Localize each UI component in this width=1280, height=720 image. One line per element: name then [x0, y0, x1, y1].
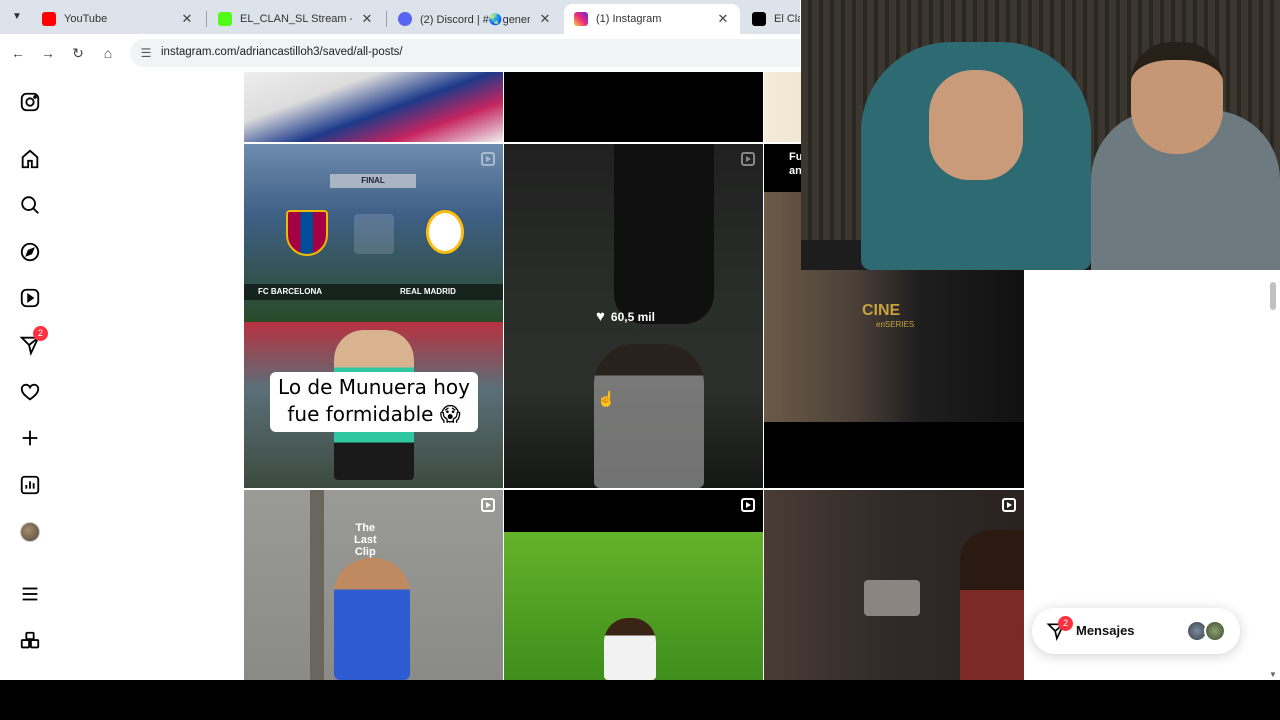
channel-logo-line1: CINE [862, 302, 901, 319]
close-icon[interactable]: ✕ [538, 11, 552, 27]
tiktok-icon [752, 12, 766, 26]
clip-title-line1: The [355, 522, 376, 534]
reload-icon[interactable]: ↻ [67, 42, 89, 64]
post-thumbnail-supercopa[interactable]: FINAL FC BARCELONA REAL MADRID Lo de Mun… [244, 144, 503, 488]
messages-pill-label: Mensajes [1076, 623, 1135, 638]
browser-toolbar: ← → ↻ ⌂ ☰ instagram.com/adriancastilloh3… [0, 34, 800, 72]
post-thumbnail[interactable] [244, 72, 503, 142]
kick-icon [218, 12, 232, 26]
likes-count: 60,5 mil [610, 309, 655, 324]
forward-arrow-icon[interactable]: → [37, 42, 59, 64]
search-icon[interactable] [18, 193, 42, 217]
clip-title: The Last Clip [354, 522, 377, 558]
team-right-label: REAL MADRID [400, 287, 456, 296]
back-arrow-icon[interactable]: ← [7, 42, 29, 64]
video-caption: Lo de Munuera hoy fue formidable 😱 [270, 372, 478, 432]
post-thumbnail[interactable] [504, 72, 763, 142]
team-left-label: FC BARCELONA [258, 287, 322, 296]
player-figure [604, 618, 656, 680]
heart-icon: ♥ [596, 308, 605, 325]
tab-title: El Clan [774, 13, 800, 25]
browser-tab-strip: ▼ YouTube ✕ EL_CLAN_SL Stream - Watc ✕ (… [0, 0, 800, 34]
likes-overlay: ♥ 60,5 mil [596, 308, 655, 325]
messages-badge: 2 [33, 326, 48, 341]
scroll-down-arrow-icon[interactable]: ▼ [1269, 670, 1277, 679]
reel-icon [481, 152, 495, 166]
post-thumbnail-scene[interactable] [764, 490, 1024, 680]
also-from-meta-icon[interactable] [18, 629, 42, 653]
post-thumbnail-pitch[interactable] [504, 490, 763, 680]
more-menu-icon[interactable] [18, 582, 42, 606]
hand-cursor-icon: ☝ [597, 391, 616, 408]
tab-title: EL_CLAN_SL Stream - Watc [240, 13, 352, 25]
youtube-icon [42, 12, 56, 26]
close-icon[interactable]: ✕ [180, 11, 194, 27]
person-figure [960, 530, 1024, 680]
tab-discord[interactable]: (2) Discord | #🌏general | ✕ [388, 4, 562, 34]
person-right-face [1131, 42, 1223, 154]
dashboard-icon[interactable] [18, 473, 42, 497]
pole [310, 490, 324, 680]
tab-divider [206, 11, 207, 27]
tab-search-chevron-icon[interactable]: ▼ [6, 7, 28, 27]
reel-icon [741, 498, 755, 512]
tab-title: (1) Instagram [596, 13, 662, 25]
person-left-face [929, 70, 1023, 180]
radio-object [864, 580, 920, 616]
site-settings-icon[interactable]: ☰ [138, 45, 154, 61]
child-figure [334, 558, 410, 680]
tab-tiktok[interactable]: El Clan [742, 4, 800, 34]
clip-title-line3: Clip [354, 546, 376, 558]
fc-barcelona-crest [286, 210, 328, 256]
close-icon[interactable]: ✕ [716, 11, 730, 27]
channel-logo-line2: enSERIES [876, 320, 915, 329]
scoreboard-title: FINAL [330, 174, 416, 188]
reels-icon[interactable] [18, 286, 42, 310]
create-icon[interactable] [18, 426, 42, 450]
reel-icon [741, 152, 755, 166]
messages-pill[interactable]: 2 Mensajes [1032, 608, 1240, 654]
close-icon[interactable]: ✕ [360, 11, 374, 27]
notifications-icon[interactable] [18, 380, 42, 404]
messages-pill-icon: 2 [1046, 616, 1073, 642]
post-thumbnail-hovered[interactable]: ♥ 60,5 mil ☝ [504, 144, 763, 488]
tab-title: (2) Discord | #🌏general | [420, 13, 530, 26]
url-text[interactable]: instagram.com/adriancastilloh3/saved/all… [161, 46, 403, 58]
tab-title: YouTube [64, 13, 108, 25]
screen: { "browser": { "tabs": [ {"title": "YouT… [0, 0, 1280, 720]
real-madrid-crest [426, 210, 464, 254]
tab-youtube[interactable]: YouTube ✕ [32, 4, 204, 34]
tab-divider [386, 11, 387, 27]
avatar [1204, 620, 1226, 642]
letterbox-bar [0, 680, 1280, 720]
tab-instagram[interactable]: (1) Instagram ✕ [564, 4, 740, 34]
messages-pill-badge: 2 [1058, 616, 1073, 631]
instagram-logo-icon[interactable] [18, 90, 42, 114]
discord-icon [398, 12, 412, 26]
profile-avatar[interactable] [18, 520, 42, 544]
explore-icon[interactable] [18, 240, 42, 264]
instagram-icon [574, 12, 588, 26]
reel-icon [481, 498, 495, 512]
caption-text: Lo de Munuera hoy fue formidable 😱 [278, 375, 470, 426]
scrollbar[interactable]: ▼ [1268, 278, 1278, 680]
webcam-overlay [801, 0, 1280, 270]
messages-icon[interactable]: 2 [18, 326, 48, 357]
scrollbar-thumb[interactable] [1270, 282, 1276, 310]
address-bar[interactable]: ☰ instagram.com/adriancastilloh3/saved/a… [130, 39, 800, 67]
clip-title-line2: Last [354, 534, 377, 546]
home-icon[interactable]: ⌂ [97, 42, 119, 64]
tab-kick-stream[interactable]: EL_CLAN_SL Stream - Watc ✕ [208, 4, 384, 34]
instagram-sidebar: 2 [0, 72, 60, 680]
avatar [20, 522, 40, 542]
reel-icon [1002, 498, 1016, 512]
post-thumbnail-last-clip[interactable]: The Last Clip [244, 490, 503, 680]
supercopa-trophy [354, 214, 394, 254]
home-icon[interactable] [18, 147, 42, 171]
